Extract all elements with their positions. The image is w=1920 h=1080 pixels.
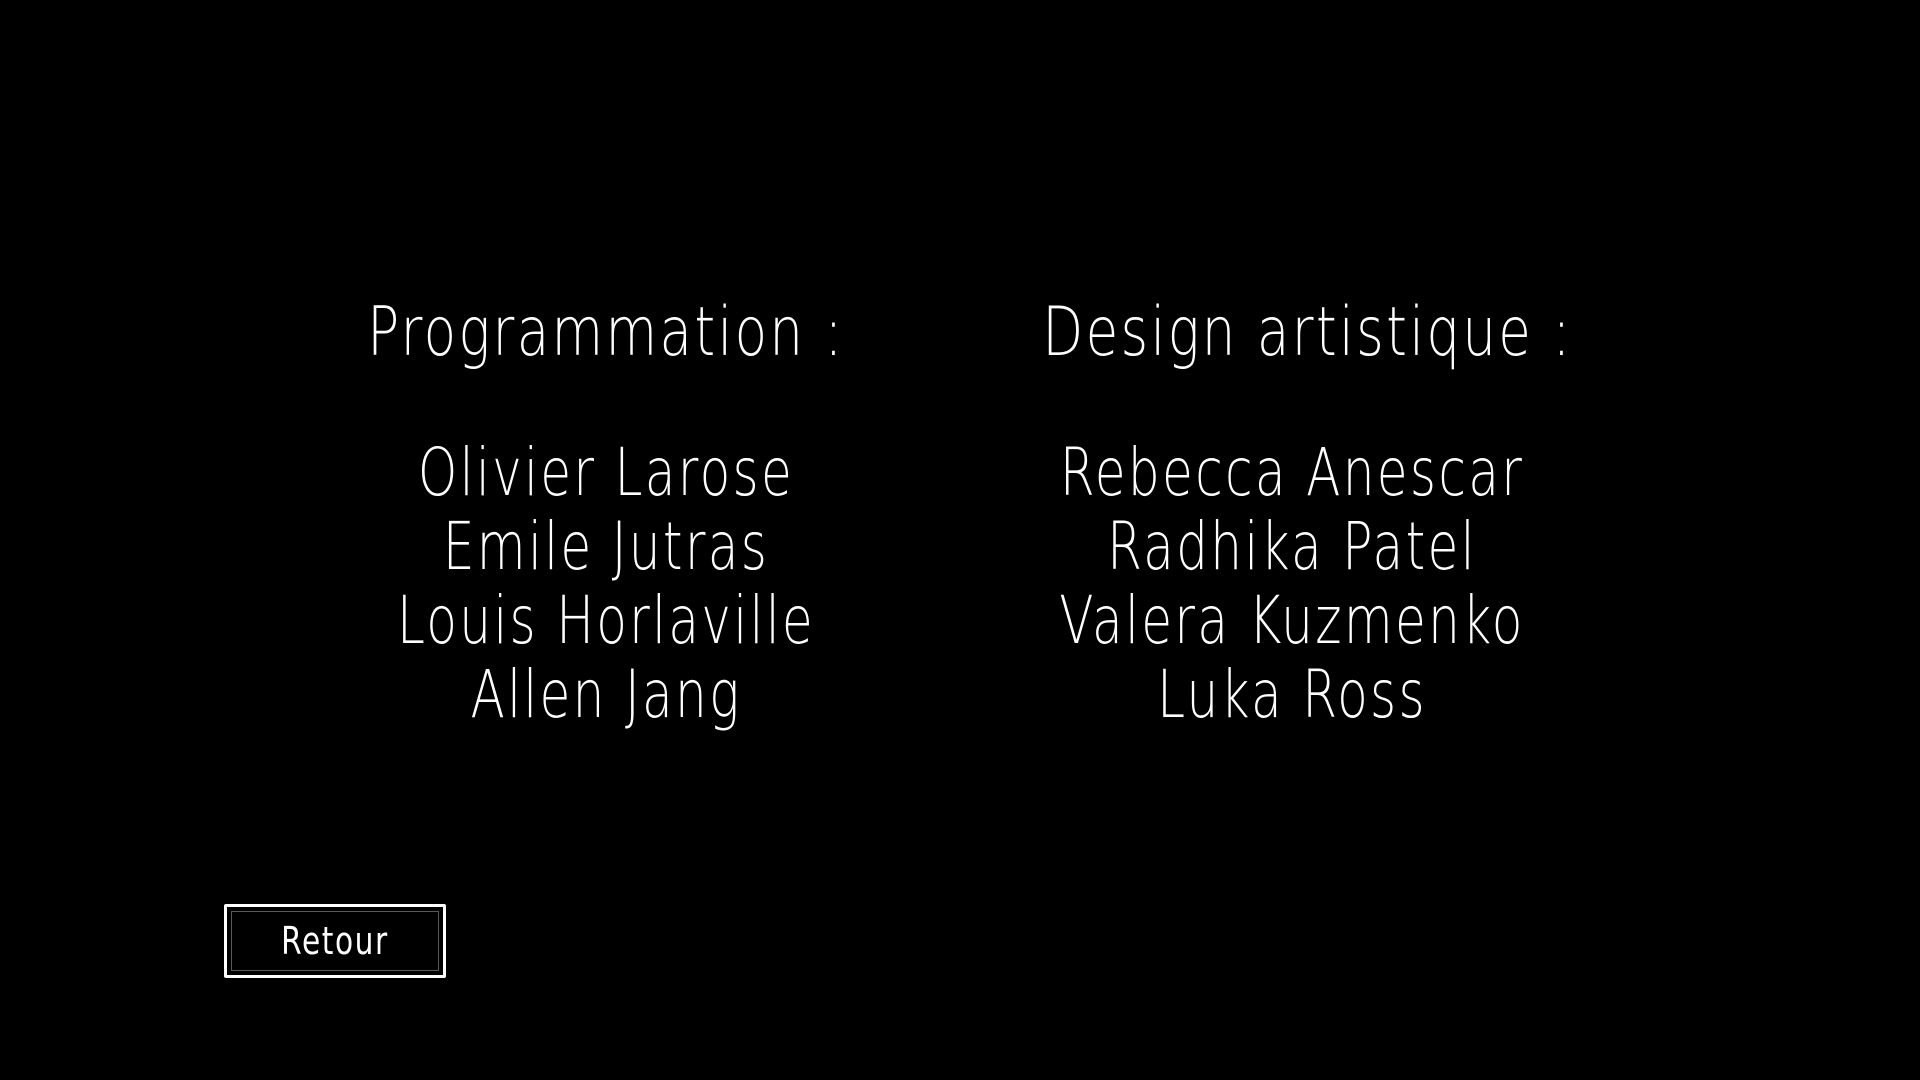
- credit-name: Allen Jang: [470, 656, 742, 733]
- credits-screen: Programmation : Olivier Larose Emile Jut…: [0, 0, 1920, 1080]
- credit-name: Valera Kuzmenko: [1059, 582, 1525, 659]
- back-button[interactable]: Retour: [224, 904, 446, 978]
- credit-name: Olivier Larose: [417, 434, 795, 511]
- credit-name: Luka Ross: [1157, 656, 1427, 733]
- credit-name: Rebecca Anescar: [1059, 434, 1525, 511]
- credit-name: Radhika Patel: [1107, 508, 1477, 585]
- art-credits: Design artistique : Rebecca Anescar Radh…: [972, 290, 1612, 748]
- programming-names-list: Olivier Larose Emile Jutras Louis Horlav…: [286, 436, 926, 732]
- credit-name: Emile Jutras: [442, 508, 770, 585]
- art-heading: Design artistique :: [1042, 293, 1573, 372]
- credit-name: Louis Horlaville: [396, 582, 816, 659]
- back-button-label: Retour: [281, 919, 389, 963]
- art-names-list: Rebecca Anescar Radhika Patel Valera Kuz…: [972, 436, 1612, 732]
- programming-heading: Programmation :: [367, 293, 845, 372]
- programming-credits: Programmation : Olivier Larose Emile Jut…: [286, 290, 926, 748]
